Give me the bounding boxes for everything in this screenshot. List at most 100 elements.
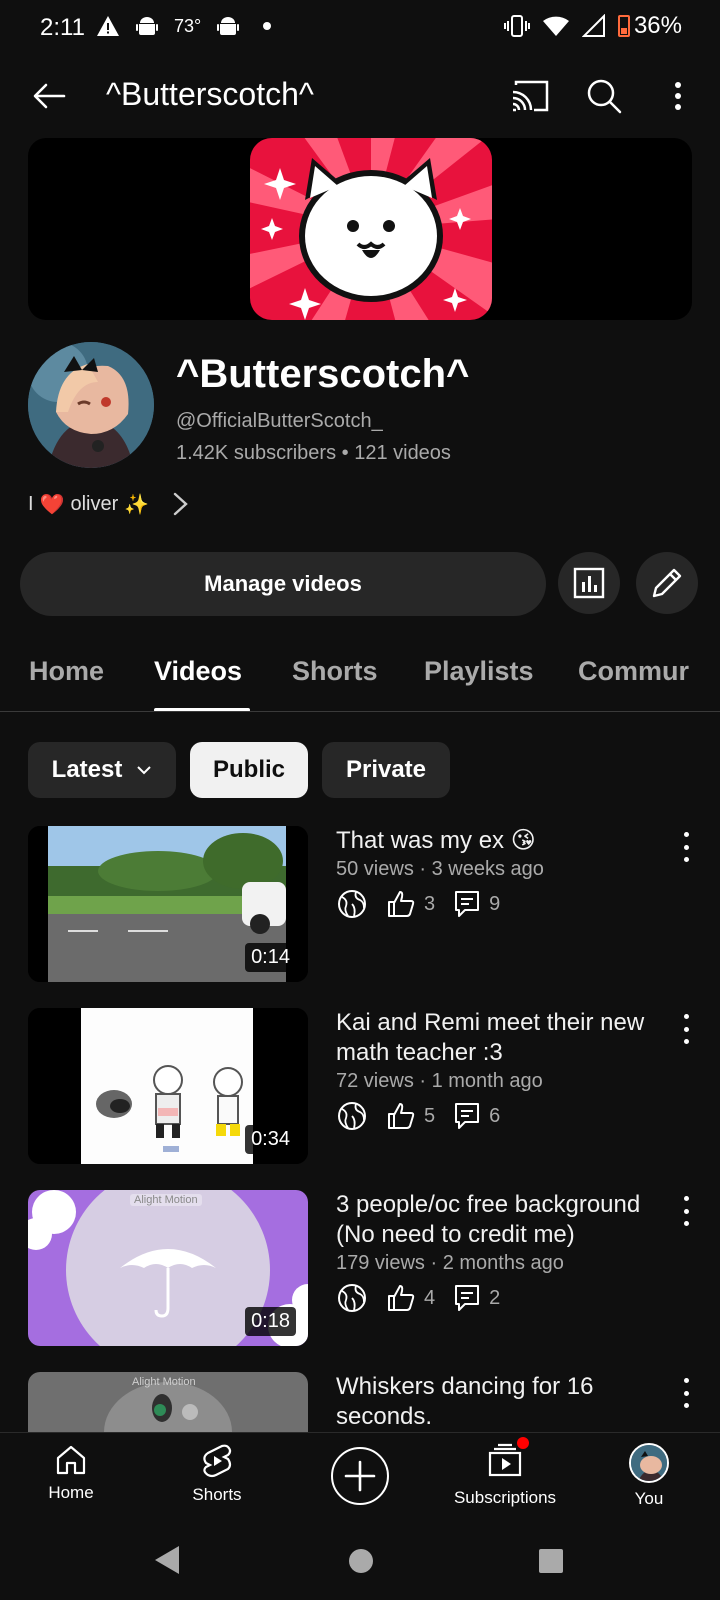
- filter-private-chip[interactable]: Private: [322, 742, 450, 798]
- video-more-button[interactable]: [674, 1378, 698, 1408]
- analytics-icon: [573, 567, 605, 599]
- video-thumbnail[interactable]: Alight Motion: [28, 1372, 308, 1432]
- android-icon: [217, 17, 240, 35]
- watermark-text: Alight Motion: [132, 1376, 196, 1388]
- status-right-icons: 36%: [503, 12, 682, 40]
- sort-dropdown[interactable]: Latest: [28, 742, 176, 798]
- system-back-icon[interactable]: [152, 1544, 182, 1576]
- like-count: 5: [424, 1104, 436, 1127]
- more-options-button[interactable]: [654, 72, 702, 120]
- visibility-public[interactable]: [336, 1100, 368, 1132]
- tab-home[interactable]: Home: [29, 656, 104, 687]
- comments: 6: [453, 1101, 500, 1131]
- video-duration: 0:18: [245, 1307, 296, 1336]
- tab-playlists[interactable]: Playlists: [424, 656, 534, 687]
- watermark-text: Alight Motion: [130, 1194, 202, 1206]
- sparkles-emoji: ✨: [124, 494, 150, 516]
- cell-signal-icon: [581, 14, 605, 37]
- globe-icon: [338, 890, 366, 918]
- vibrate-icon: [503, 15, 530, 37]
- tab-community[interactable]: Commur: [578, 656, 689, 687]
- video-meta: 72 views · 1 month ago: [336, 1070, 543, 1092]
- create-button[interactable]: [331, 1447, 389, 1505]
- tab-videos[interactable]: Videos: [154, 656, 242, 687]
- home-icon: [56, 1445, 86, 1475]
- channel-stats: 1.42K subscribers • 121 videos: [176, 442, 451, 464]
- video-thumbnail[interactable]: 0:14: [28, 826, 308, 982]
- battery-icon: [617, 15, 630, 37]
- video-thumbnail[interactable]: Alight Motion 0:18: [28, 1190, 308, 1346]
- nav-you-label: You: [634, 1489, 664, 1508]
- nav-home[interactable]: Home: [6, 1443, 136, 1503]
- likes: 4: [386, 1283, 435, 1313]
- nav-subscriptions[interactable]: Subscriptions: [440, 1437, 570, 1508]
- video-meta: 179 views · 2 months ago: [336, 1252, 564, 1274]
- back-button[interactable]: [26, 72, 74, 120]
- video-item[interactable]: 0:34 Kai and Remi meet their new math te…: [0, 1008, 720, 1168]
- app-bar-title: ^Butterscotch^: [106, 76, 314, 112]
- channel-banner: [28, 138, 692, 320]
- like-count: 4: [424, 1286, 436, 1309]
- comments: 9: [453, 889, 500, 919]
- nav-home-label: Home: [48, 1483, 94, 1502]
- video-title[interactable]: Kai and Remi meet their new math teacher…: [336, 1008, 676, 1068]
- video-duration: 0:14: [245, 943, 296, 972]
- bottom-navigation: Home Shorts Subscriptions You: [0, 1432, 720, 1530]
- video-thumbnail[interactable]: 0:34: [28, 1008, 308, 1164]
- system-home-icon[interactable]: [348, 1548, 374, 1574]
- manage-videos-button[interactable]: Manage videos: [20, 552, 546, 616]
- cast-icon: [512, 80, 549, 112]
- video-item[interactable]: Alight Motion Whiskers dancing for 16 se…: [0, 1372, 720, 1432]
- system-recents-icon[interactable]: [538, 1548, 564, 1574]
- comment-icon: [455, 891, 480, 917]
- bio-prefix: I: [28, 493, 34, 515]
- video-more-button[interactable]: [674, 1196, 698, 1226]
- status-left-icons: 73°: [96, 14, 272, 38]
- bio-name: oliver: [70, 493, 119, 515]
- channel-description[interactable]: I ❤️ oliver ✨: [28, 492, 149, 517]
- video-stats: 3 9: [336, 888, 518, 920]
- filter-public-chip[interactable]: Public: [190, 742, 308, 798]
- like-count: 3: [424, 892, 436, 915]
- chevron-right-icon: [173, 492, 188, 516]
- cast-button[interactable]: [506, 72, 554, 120]
- comment-icon: [455, 1285, 480, 1311]
- thumbs-up-icon: [388, 1285, 415, 1311]
- comment-count: 9: [489, 892, 501, 915]
- search-button[interactable]: [580, 72, 628, 120]
- avatar-image: [28, 342, 154, 468]
- system-navigation-bar: [0, 1530, 720, 1600]
- chevron-down-icon: [137, 766, 152, 775]
- visibility-public[interactable]: [336, 888, 368, 920]
- likes: 5: [386, 1101, 435, 1131]
- video-title[interactable]: Whiskers dancing for 16 seconds.: [336, 1372, 676, 1432]
- globe-icon: [338, 1284, 366, 1312]
- video-item[interactable]: 0:14 That was my ex 😘 50 views · 3 weeks…: [0, 826, 720, 986]
- nav-subscriptions-label: Subscriptions: [453, 1488, 557, 1507]
- edit-channel-button[interactable]: [636, 552, 698, 614]
- nav-shorts[interactable]: Shorts: [152, 1443, 282, 1505]
- temperature-text: 73°: [174, 15, 202, 36]
- nav-you[interactable]: You: [584, 1443, 714, 1509]
- wifi-icon: [542, 16, 569, 36]
- channel-handle: @OfficialButterScotch_: [176, 410, 383, 432]
- video-more-button[interactable]: [674, 1014, 698, 1044]
- video-item[interactable]: Alight Motion 0:18 3 people/oc free back…: [0, 1190, 720, 1350]
- video-title[interactable]: That was my ex 😘: [336, 826, 676, 856]
- comment-count: 2: [489, 1286, 501, 1309]
- visibility-public[interactable]: [336, 1282, 368, 1314]
- channel-avatar[interactable]: [28, 342, 154, 468]
- shorts-icon: [203, 1444, 232, 1478]
- analytics-button[interactable]: [558, 552, 620, 614]
- plus-icon: [344, 1460, 376, 1492]
- subscriptions-icon-wrap: [487, 1437, 529, 1482]
- app-bar-actions: [506, 72, 702, 120]
- android-icon: [136, 17, 158, 35]
- description-expand-button[interactable]: [172, 490, 190, 525]
- notification-dot-icon: [517, 1437, 529, 1449]
- battery-percent: 36%: [633, 12, 682, 39]
- video-title[interactable]: 3 people/oc free background (No need to …: [336, 1190, 676, 1250]
- video-more-button[interactable]: [674, 832, 698, 862]
- comment-count: 6: [489, 1104, 501, 1127]
- tab-shorts[interactable]: Shorts: [292, 656, 378, 687]
